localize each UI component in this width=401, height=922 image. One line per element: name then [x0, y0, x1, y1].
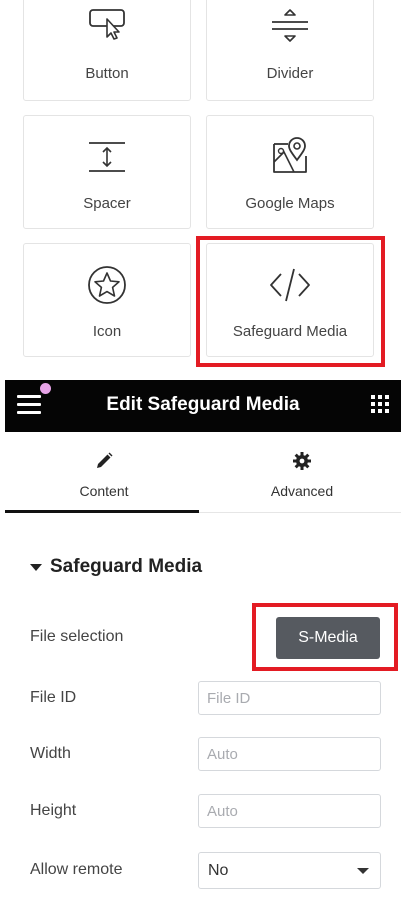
tab-label: Content [79, 483, 129, 499]
widget-label: Divider [266, 65, 314, 82]
section-title: Safeguard Media [50, 556, 203, 577]
caret-down-icon [30, 564, 42, 571]
divider-icon [270, 7, 310, 47]
spacer-icon [87, 140, 127, 174]
height-input[interactable] [198, 794, 381, 828]
allow-remote-select[interactable]: No [198, 852, 381, 889]
widgets-grid-icon[interactable] [371, 395, 389, 413]
select-value: No [208, 862, 229, 879]
s-media-button[interactable]: S-Media [276, 617, 380, 659]
file-id-input[interactable] [198, 681, 381, 715]
editor-header: Edit Safeguard Media [5, 380, 401, 432]
widget-panel: Button Divider Spacer Google Maps Icon S… [0, 0, 401, 375]
map-pin-icon [270, 136, 310, 176]
tab-content[interactable]: Content [5, 432, 203, 513]
file-selection-label: File selection [30, 628, 124, 645]
widget-label: Button [85, 65, 129, 82]
widget-safeguard-media[interactable]: Safeguard Media [206, 243, 374, 357]
code-icon [269, 266, 311, 304]
notification-dot [40, 383, 51, 394]
tab-advanced[interactable]: Advanced [203, 432, 401, 512]
cursor-click-icon [87, 7, 127, 41]
widget-label: Google Maps [245, 195, 335, 212]
width-label: Width [30, 745, 71, 762]
widget-label: Safeguard Media [232, 323, 348, 340]
panel-tabs: Content Advanced [5, 432, 401, 513]
widget-google-maps[interactable]: Google Maps [206, 115, 374, 229]
tab-label: Advanced [270, 483, 334, 499]
widget-label: Icon [92, 323, 122, 340]
width-input[interactable] [198, 737, 381, 771]
star-circle-icon [87, 265, 127, 305]
panel-title: Edit Safeguard Media [106, 394, 300, 415]
file-id-label: File ID [30, 689, 77, 706]
section-toggle[interactable]: Safeguard Media [30, 556, 202, 578]
pencil-icon [95, 452, 113, 475]
widget-icon[interactable]: Icon [23, 243, 191, 357]
widget-button[interactable]: Button [23, 0, 191, 101]
allow-remote-label: Allow remote [30, 861, 123, 878]
gear-icon [293, 452, 311, 475]
height-label: Height [30, 802, 77, 819]
caret-down-icon [357, 868, 369, 874]
widget-label: Spacer [83, 195, 131, 212]
widget-spacer[interactable]: Spacer [23, 115, 191, 229]
widget-divider[interactable]: Divider [206, 0, 374, 101]
